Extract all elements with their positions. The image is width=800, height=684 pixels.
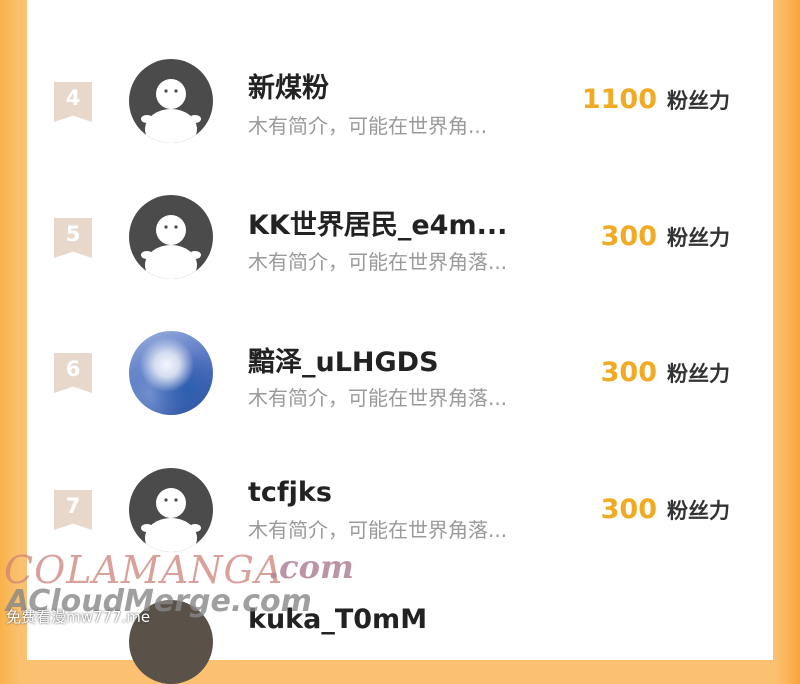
rank-badge: 4 (54, 82, 92, 122)
rank-badge: 6 (54, 353, 92, 393)
user-name[interactable]: 新煤粉 (248, 66, 329, 105)
fan-count: 300 粉丝力 (601, 494, 730, 525)
user-bio: 木有简介，可能在世界角落... (248, 386, 508, 410)
fan-number: 1100 (581, 84, 657, 115)
rank-badge: 5 (54, 218, 92, 258)
user-name[interactable]: 黯泽_uLHGDS (248, 340, 439, 379)
list-item[interactable]: 7 tcfjks 木有简介，可能在世界角落... 300 粉丝力 (0, 450, 800, 570)
default-avatar-icon (141, 79, 201, 143)
fan-count: 300 粉丝力 (601, 221, 730, 252)
avatar[interactable] (129, 468, 213, 552)
fan-count: 1100 粉丝力 (582, 84, 730, 115)
avatar[interactable] (129, 331, 213, 415)
fan-number: 300 (600, 494, 657, 525)
fan-unit: 粉丝力 (667, 226, 730, 250)
list-item[interactable]: 4 新煤粉 木有简介，可能在世界角... 1100 粉丝力 (0, 40, 800, 160)
list-item[interactable]: 6 黯泽_uLHGDS 木有简介，可能在世界角落... 300 粉丝力 (0, 313, 800, 433)
user-bio: 木有简介，可能在世界角落... (248, 518, 508, 542)
user-bio: 木有简介，可能在世界角落... (248, 250, 508, 274)
user-name[interactable]: tcfjks (248, 477, 332, 508)
user-name[interactable]: KK世界居民_e4m... (248, 203, 507, 242)
default-avatar-icon (141, 215, 201, 279)
fan-number: 300 (600, 221, 657, 252)
avatar[interactable] (129, 59, 213, 143)
rank-badge: 7 (54, 490, 92, 530)
default-avatar-icon (141, 488, 201, 552)
user-bio: 木有简介，可能在世界角... (248, 114, 488, 138)
fan-unit: 粉丝力 (667, 362, 730, 386)
avatar[interactable] (129, 195, 213, 279)
list-item[interactable]: 5 KK世界居民_e4m... 木有简介，可能在世界角落... 300 粉丝力 (0, 177, 800, 297)
fan-count: 300 粉丝力 (601, 357, 730, 388)
avatar[interactable] (129, 600, 213, 684)
fan-number: 300 (600, 357, 657, 388)
user-name[interactable]: kuka_T0mM (248, 604, 427, 635)
fan-unit: 粉丝力 (667, 499, 730, 523)
fan-unit: 粉丝力 (667, 89, 730, 113)
